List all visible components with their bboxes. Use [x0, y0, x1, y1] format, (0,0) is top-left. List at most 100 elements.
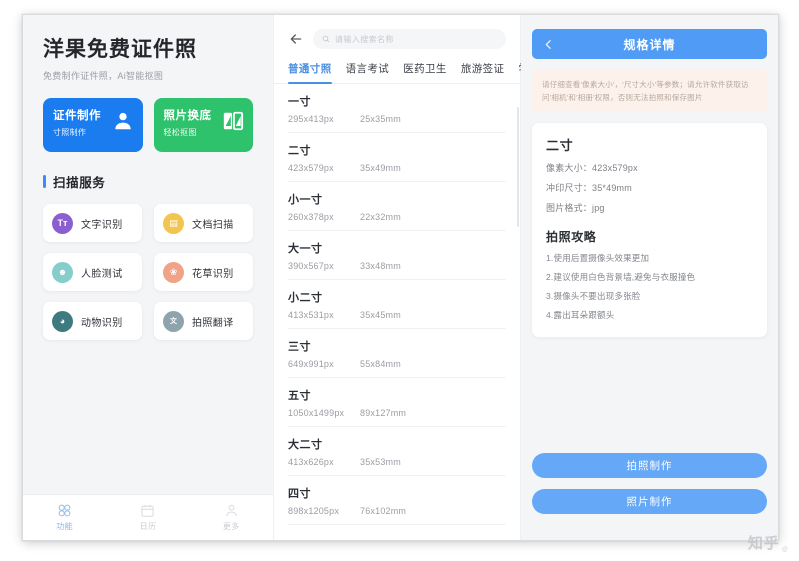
size-list-item[interactable]: 小一寸 260x378px 22x32mm [288, 182, 506, 231]
size-name: 小一寸 [288, 194, 323, 206]
left-panel: 洋果免费证件照 免费制作证件照，Ai智能抠图 证件制作 寸照制作 照片换底 轻松… [23, 15, 273, 540]
size-meta: 649x991px 55x84mm [288, 359, 506, 369]
service-item-face-test[interactable]: ☻ 人脸测试 [43, 253, 142, 292]
tab-normal-id-photo[interactable]: 普通寸照 [288, 61, 332, 84]
photo-tip: 2.建议使用白色背景墙,避免与衣服撞色 [546, 272, 696, 283]
section-title: 扫描服务 [53, 176, 106, 191]
search-placeholder: 请输入搜索名称 [335, 34, 394, 44]
service-item-plant-recognition[interactable]: ❀ 花草识别 [154, 253, 253, 292]
nav-item-calendar[interactable]: 日历 [106, 503, 189, 532]
document-scan-icon: ▤ [163, 212, 184, 234]
size-meta: 413x626px 35x53mm [288, 457, 506, 467]
size-pixels: 413x531px [288, 310, 334, 320]
plant-recognition-icon: ❀ [163, 261, 184, 283]
size-list-item[interactable]: 四寸 898x1205px 76x102mm [288, 476, 506, 525]
upload-photo-button[interactable]: 照片制作 [532, 489, 767, 514]
size-name: 四寸 [288, 488, 311, 500]
size-meta: 413x531px 35x45mm [288, 310, 506, 320]
size-pixels: 390x567px [288, 261, 334, 271]
tab-travel-visa[interactable]: 旅游签证 [461, 61, 505, 83]
search-input[interactable]: 请输入搜索名称 [313, 29, 506, 49]
service-label: 文字识别 [81, 219, 123, 231]
photo-tip: 4.露出耳朵跟额头 [546, 310, 615, 321]
size-list-panel: 请输入搜索名称 普通寸照 语言考试 医药卫生 旅游签证 学历 一寸 295x41… [273, 15, 540, 540]
nav-label: 日历 [139, 522, 157, 531]
size-pixels: 1050x1499px [288, 408, 345, 418]
service-item-animal-recognition[interactable]: ◕ 动物识别 [43, 302, 142, 341]
photo-swap-icon [222, 110, 244, 137]
spec-print-size: 冲印尺寸：35*49mm [546, 183, 632, 194]
nav-item-more[interactable]: 更多 [190, 503, 273, 532]
page-title: 洋果免费证件照 [43, 38, 197, 61]
size-millimeters: 35x45mm [360, 310, 401, 320]
size-millimeters: 33x48mm [360, 261, 401, 271]
watermark: 知乎 @ [748, 532, 789, 553]
size-pixels: 898x1205px [288, 506, 340, 516]
spec-card: 二寸 像素大小：423x579px 冲印尺寸：35*49mm 图片格式：jpg … [532, 123, 767, 338]
size-meta: 295x413px 25x35mm [288, 114, 506, 124]
size-millimeters: 22x32mm [360, 212, 401, 222]
size-meta: 1050x1499px 89x127mm [288, 408, 506, 418]
nav-item-functions[interactable]: 功能 [23, 503, 106, 532]
face-test-icon: ☻ [52, 261, 73, 283]
take-photo-button[interactable]: 拍照制作 [532, 453, 767, 478]
service-label: 文档扫描 [192, 219, 234, 231]
size-pixels: 423x579px [288, 163, 334, 173]
size-name: 大一寸 [288, 243, 323, 255]
size-millimeters: 35x49mm [360, 163, 401, 173]
tab-language-exam[interactable]: 语言考试 [346, 61, 390, 83]
watermark-text: 知乎 [747, 535, 780, 552]
size-meta: 390x567px 33x48mm [288, 261, 506, 271]
size-pixels: 649x991px [288, 359, 334, 369]
photo-translate-icon: 文 [163, 310, 184, 332]
detail-title: 规格详情 [623, 37, 676, 52]
size-name: 五寸 [288, 390, 311, 402]
size-list[interactable]: 一寸 295x413px 25x35mm 二寸 423x579px 35x49m… [274, 84, 520, 540]
category-tabs: 普通寸照 语言考试 医药卫生 旅游签证 学历 [274, 57, 540, 84]
photo-background-swap-card[interactable]: 照片换底 轻松抠图 [153, 98, 253, 153]
size-pixels: 260x378px [288, 212, 334, 222]
animal-recognition-icon: ◕ [52, 310, 73, 332]
size-pixels: 413x626px [288, 457, 334, 467]
size-list-item[interactable]: 大二寸 413x626px 35x53mm [288, 427, 506, 476]
service-label: 拍照翻译 [192, 317, 234, 329]
size-list-item[interactable]: 三寸 649x991px 55x84mm [288, 329, 506, 378]
text-recognition-icon: Tт [52, 212, 73, 234]
size-name: 二寸 [288, 145, 311, 157]
screenshot-root: 洋果免费证件照 免费制作证件照，Ai智能抠图 证件制作 寸照制作 照片换底 轻松… [0, 0, 799, 561]
size-list-item[interactable]: 五寸 1050x1499px 89x127mm [288, 378, 506, 427]
person-icon [112, 110, 134, 137]
size-list-item[interactable]: 大一寸 390x567px 33x48mm [288, 231, 506, 280]
scrollbar[interactable] [517, 107, 519, 227]
watermark-handle: @ [781, 546, 789, 553]
tab-medical-health[interactable]: 医药卫生 [403, 61, 447, 83]
size-millimeters: 89x127mm [360, 408, 407, 418]
page-subtitle: 免费制作证件照，Ai智能抠图 [43, 71, 164, 82]
section-accent-bar [43, 175, 46, 189]
id-photo-create-card[interactable]: 证件制作 寸照制作 [43, 98, 143, 153]
size-meta: 260x378px 22x32mm [288, 212, 506, 222]
size-millimeters: 76x102mm [360, 506, 407, 516]
spec-image-format: 图片格式：jpg [546, 203, 605, 214]
size-name: 大二寸 [288, 439, 323, 451]
service-item-photo-translate[interactable]: 文 拍照翻译 [154, 302, 253, 341]
size-list-item[interactable]: 二寸 423x579px 35x49mm [288, 133, 506, 182]
photo-tips-title: 拍照攻略 [546, 230, 597, 245]
size-name: 三寸 [288, 341, 311, 353]
size-list-item[interactable]: 一寸 295x413px 25x35mm [288, 84, 506, 133]
service-item-text-recognition[interactable]: Tт 文字识别 [43, 204, 142, 243]
left-panel-content: 洋果免费证件照 免费制作证件照，Ai智能抠图 证件制作 寸照制作 照片换底 轻松… [23, 15, 273, 494]
service-item-document-scan[interactable]: ▤ 文档扫描 [154, 204, 253, 243]
size-meta: 898x1205px 76x102mm [288, 506, 506, 516]
warning-banner: 请仔细查看'像素大小'，'尺寸大小'等参数；请允许软件获取访问'相机'和'相册'… [532, 70, 767, 113]
size-millimeters: 35x53mm [360, 457, 401, 467]
service-label: 人脸测试 [81, 268, 123, 280]
size-list-item[interactable]: 小二寸 413x531px 35x45mm [288, 280, 506, 329]
nav-label: 更多 [222, 522, 240, 531]
size-name: 小二寸 [288, 292, 323, 304]
primary-cards: 证件制作 寸照制作 照片换底 轻松抠图 [43, 98, 253, 153]
arrow-left-icon[interactable] [288, 31, 304, 47]
spec-detail-panel: 规格详情 请仔细查看'像素大小'，'尺寸大小'等参数；请允许软件获取访问'相机'… [521, 15, 778, 540]
spec-pixel-size: 像素大小：423x579px [546, 163, 638, 174]
grid-icon [58, 504, 71, 517]
